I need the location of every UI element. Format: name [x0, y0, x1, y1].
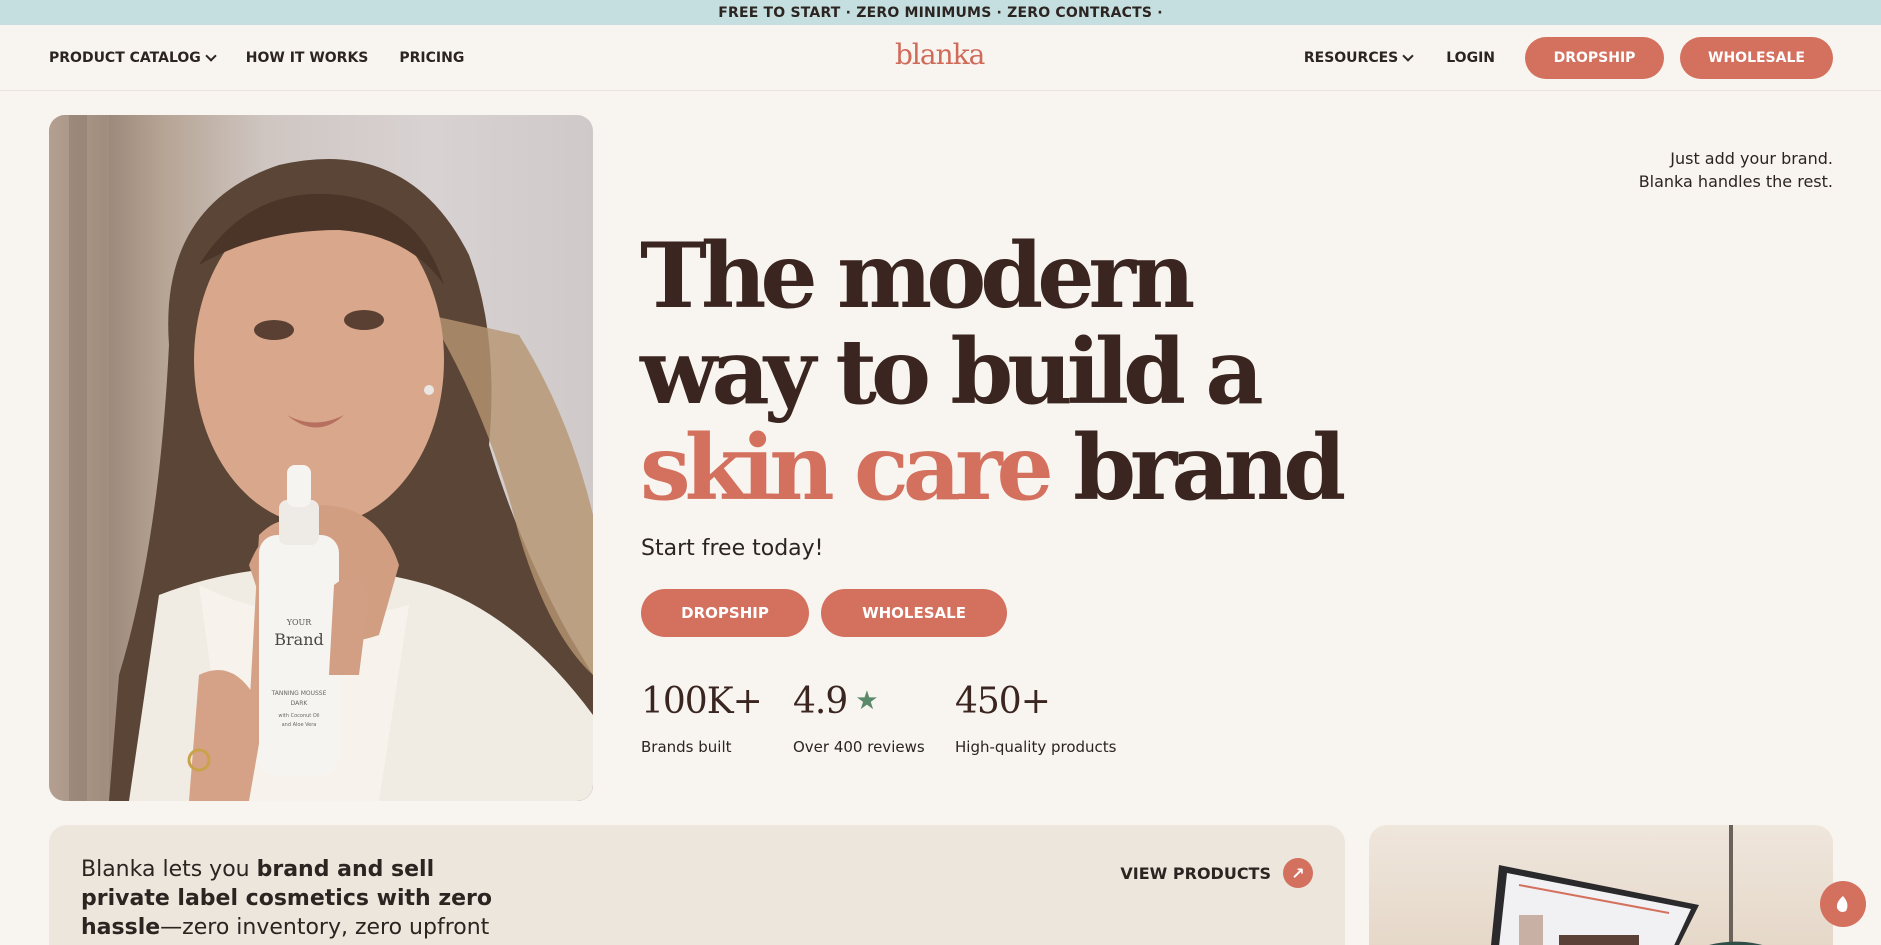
hero-photo-illustration: YOUR Brand TANNING MOUSSE DARK with Coco… — [49, 115, 593, 801]
hero-dropship-button[interactable]: DROPSHIP — [641, 589, 809, 637]
chevron-down-icon — [205, 50, 217, 62]
stat-brands: 100K+ Brands built — [641, 676, 793, 757]
nav-left: PRODUCT CATALOG HOW IT WORKS PRICING — [49, 25, 464, 91]
info-text: Blanka lets you brand and sell private l… — [81, 855, 511, 945]
hero-buttons: DROPSHIP WHOLESALE — [641, 589, 1007, 637]
tagline-line2: Blanka handles the rest. — [1638, 172, 1833, 191]
stat-reviews-label: Over 400 reviews — [793, 738, 925, 756]
hero-stats: 100K+ Brands built 4.9 ★ Over 400 review… — [641, 676, 1117, 757]
nav-product-catalog[interactable]: PRODUCT CATALOG — [49, 50, 217, 66]
nav-right: RESOURCES LOGIN DROPSHIP WHOLESALE — [1304, 25, 1833, 91]
bottle-line2: DARK — [291, 700, 309, 707]
bottle-brand-main: Brand — [274, 630, 324, 649]
headline-line3: skin care brand — [640, 420, 1346, 516]
nav-pricing-label: PRICING — [399, 50, 465, 66]
view-products-label: VIEW PRODUCTS — [1120, 863, 1271, 883]
hero-headline: The modern way to build a skin care bran… — [640, 223, 1346, 516]
main-nav: PRODUCT CATALOG HOW IT WORKS PRICING bla… — [0, 25, 1881, 91]
headline-line2: way to build a — [640, 319, 1264, 425]
announcement-bar: FREE TO START · ZERO MINIMUMS · ZERO CON… — [0, 0, 1881, 25]
stat-reviews-value-row: 4.9 ★ — [793, 676, 955, 726]
hero-wholesale-button[interactable]: WHOLESALE — [821, 589, 1007, 637]
nav-login[interactable]: LOGIN — [1446, 50, 1495, 66]
nav-product-catalog-label: PRODUCT CATALOG — [49, 50, 201, 66]
stat-reviews-value: 4.9 — [793, 680, 848, 722]
headline-line1: The modern — [640, 223, 1195, 329]
star-icon: ★ — [855, 686, 879, 716]
headline-accent: skin care — [640, 415, 1054, 521]
nav-login-label: LOGIN — [1446, 50, 1495, 66]
chevron-down-icon — [1402, 50, 1414, 62]
info-text-start: Blanka lets you — [81, 857, 257, 882]
logo[interactable]: blanka — [895, 38, 985, 71]
nav-wholesale-button[interactable]: WHOLESALE — [1680, 37, 1833, 79]
tagline-line1: Just add your brand. — [1670, 149, 1833, 168]
nav-dropship-button[interactable]: DROPSHIP — [1525, 37, 1664, 79]
bottle-line4: and Aloe Vera — [282, 722, 317, 728]
stat-brands-label: Brands built — [641, 738, 732, 756]
nav-how-it-works[interactable]: HOW IT WORKS — [246, 50, 369, 66]
nav-how-it-works-label: HOW IT WORKS — [245, 50, 369, 66]
laptop-illustration — [1491, 825, 1763, 945]
chat-icon — [1836, 896, 1848, 912]
bottle-line3: with Coconut Oil — [278, 713, 319, 719]
nav-resources-label: RESOURCES — [1303, 50, 1399, 66]
bottle-brand-top: YOUR — [286, 618, 313, 627]
stat-products-label: High-quality products — [955, 738, 1117, 756]
view-products-link[interactable]: VIEW PRODUCTS ↗ — [1120, 858, 1313, 888]
stat-brands-value: 100K+ — [641, 680, 763, 722]
hero-image: YOUR Brand TANNING MOUSSE DARK with Coco… — [49, 115, 593, 801]
nav-pricing[interactable]: PRICING — [399, 50, 464, 66]
stat-products: 450+ High-quality products — [955, 676, 1117, 757]
bottle-line1: TANNING MOUSSE — [271, 690, 327, 697]
arrow-up-right-icon: ↗ — [1283, 858, 1313, 888]
info-card: Blanka lets you brand and sell private l… — [49, 825, 1345, 945]
headline-end: brand — [1073, 415, 1346, 521]
hero-tagline: Just add your brand. Blanka handles the … — [1639, 147, 1833, 193]
nav-resources[interactable]: RESOURCES — [1303, 50, 1414, 66]
hero-subhead: Start free today! — [641, 536, 824, 561]
stat-reviews: 4.9 ★ Over 400 reviews — [793, 676, 955, 757]
announcement-text: FREE TO START · ZERO MINIMUMS · ZERO CON… — [718, 4, 1163, 21]
promo-card — [1369, 825, 1833, 945]
chat-button[interactable] — [1820, 881, 1866, 927]
stat-products-value: 450+ — [955, 680, 1051, 722]
